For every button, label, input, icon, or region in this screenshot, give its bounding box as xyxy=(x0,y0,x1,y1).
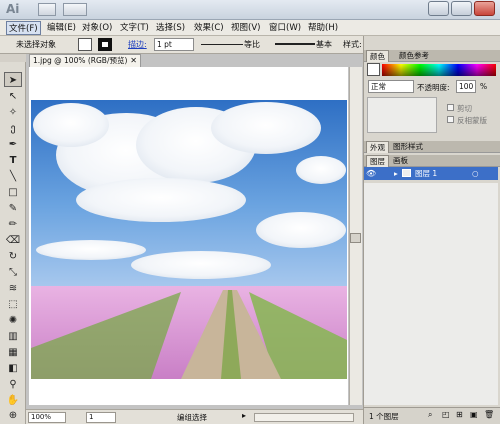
title-bar: Ai xyxy=(0,0,500,20)
free-transform-tool-icon[interactable]: ⬚ xyxy=(4,297,22,312)
scrollbar-thumb[interactable] xyxy=(350,233,361,243)
gradient-tool-icon[interactable]: ◧ xyxy=(4,361,22,376)
locate-object-icon[interactable]: ⌕ xyxy=(428,410,432,420)
line-tool-icon[interactable]: ╲ xyxy=(4,169,22,184)
bridge-button[interactable] xyxy=(38,3,56,16)
menu-view[interactable]: 视图(V) xyxy=(229,21,262,35)
selection-tool-icon[interactable]: ➤ xyxy=(4,72,22,87)
opacity-field[interactable]: 100 xyxy=(456,80,476,93)
menu-help[interactable]: 帮助(H) xyxy=(306,21,340,35)
fill-swatch[interactable] xyxy=(78,38,92,51)
status-arrow-icon[interactable]: ▸ xyxy=(242,411,246,420)
stroke-weight-dropdown[interactable]: 1 pt xyxy=(154,38,194,51)
tools-panel: ➤ ↖ ✧ ე ✒ T ╲ □ ✎ ✏ ⌫ ↻ ⤡ ≋ ⬚ ✺ ▥ ▦ ◧ ⚲ … xyxy=(0,62,26,424)
expand-arrow-icon[interactable]: ▸ xyxy=(394,167,398,180)
menu-object[interactable]: 对象(O) xyxy=(80,21,114,35)
status-text: 编组选择 xyxy=(177,413,207,422)
mask-thumbnail xyxy=(367,97,437,133)
blend-mode-dropdown[interactable]: 正常 xyxy=(368,80,414,93)
layers-panel-tabs: 图层 画板 xyxy=(364,155,500,167)
brush-line xyxy=(275,43,315,45)
pen-tool-icon[interactable]: ✒ xyxy=(4,137,22,152)
layers-list xyxy=(364,183,498,405)
layer-name[interactable]: 图层 1 xyxy=(415,167,437,180)
layers-count: 1 个图层 xyxy=(369,412,399,421)
minimize-button[interactable] xyxy=(428,1,449,16)
target-icon[interactable]: ○ xyxy=(472,167,479,180)
brush-dropdown[interactable]: 基本 xyxy=(316,39,332,50)
tab-layers[interactable]: 图层 xyxy=(366,155,389,167)
page-number-field[interactable]: 1 xyxy=(86,412,116,423)
profile-dropdown[interactable]: 等比 xyxy=(244,39,260,50)
arrange-documents-button[interactable] xyxy=(63,3,87,16)
stroke-link[interactable]: 描边: xyxy=(128,39,147,50)
menu-select[interactable]: 选择(S) xyxy=(154,21,187,35)
close-button[interactable] xyxy=(474,1,495,16)
appearance-panel-tabs: 外观 图形样式 xyxy=(364,141,500,153)
tab-color[interactable]: 颜色 xyxy=(366,50,389,62)
style-label: 样式: xyxy=(343,40,362,49)
zoom-tool-icon[interactable]: ⊕ xyxy=(4,408,22,423)
invert-mask-label: 反相蒙版 xyxy=(457,116,487,125)
symbol-sprayer-tool-icon[interactable]: ✺ xyxy=(4,313,22,328)
layers-footer: 1 个图层 ⌕ ◰ ⊞ ▣ 🗑 xyxy=(364,407,500,424)
magic-wand-tool-icon[interactable]: ✧ xyxy=(4,105,22,120)
layer-thumbnail xyxy=(402,169,411,177)
app-logo: Ai xyxy=(6,2,20,16)
hand-tool-icon[interactable]: ✋ xyxy=(4,393,22,408)
tab-artboards[interactable]: 画板 xyxy=(390,155,411,167)
clip-label: 剪切 xyxy=(457,104,472,113)
menu-bar: 文件(F) 编辑(E) 对象(O) 文字(T) 选择(S) 效果(C) 视图(V… xyxy=(0,20,500,36)
document-tab-title: 1.jpg @ 100% (RGB/预览) xyxy=(33,56,128,65)
opacity-unit: % xyxy=(480,82,488,91)
tab-graphic-styles[interactable]: 图形样式 xyxy=(390,141,426,153)
menu-file[interactable]: 文件(F) xyxy=(6,21,41,35)
status-bar: 100% 1 编组选择 ▸ xyxy=(26,409,363,424)
scale-tool-icon[interactable]: ⤡ xyxy=(4,265,22,280)
menu-window[interactable]: 窗口(W) xyxy=(267,21,303,35)
trash-icon[interactable]: 🗑 xyxy=(484,410,494,419)
menu-effect[interactable]: 效果(C) xyxy=(192,21,226,35)
rectangle-tool-icon[interactable]: □ xyxy=(4,185,22,200)
close-icon[interactable]: ✕ xyxy=(130,55,137,67)
opacity-label: 不透明度: xyxy=(417,83,450,92)
color-spectrum-shade xyxy=(382,64,496,76)
type-tool-icon[interactable]: T xyxy=(4,153,22,168)
profile-line xyxy=(201,44,243,45)
rotate-tool-icon[interactable]: ↻ xyxy=(4,249,22,264)
new-layer-icon[interactable]: ▣ xyxy=(470,410,478,419)
paintbrush-tool-icon[interactable]: ✎ xyxy=(4,201,22,216)
menu-type[interactable]: 文字(T) xyxy=(118,21,151,35)
maximize-button[interactable] xyxy=(451,1,472,16)
warp-tool-icon[interactable]: ≋ xyxy=(4,281,22,296)
invert-mask-checkbox[interactable] xyxy=(447,116,454,123)
clipping-mask-icon[interactable]: ◰ xyxy=(442,410,450,419)
horizontal-scrollbar[interactable] xyxy=(254,413,354,422)
zoom-dropdown[interactable]: 100% xyxy=(28,412,66,423)
eraser-tool-icon[interactable]: ⌫ xyxy=(4,233,22,248)
artwork-image[interactable] xyxy=(31,100,347,379)
fill-stroke-indicator[interactable] xyxy=(367,63,380,76)
selection-status: 未选择对象 xyxy=(16,40,56,49)
menu-edit[interactable]: 编辑(E) xyxy=(45,21,78,35)
graph-tool-icon[interactable]: ▥ xyxy=(4,329,22,344)
pencil-tool-icon[interactable]: ✏ xyxy=(4,217,22,232)
new-sublayer-icon[interactable]: ⊞ xyxy=(456,410,463,419)
clip-checkbox[interactable] xyxy=(447,104,454,111)
stroke-swatch[interactable] xyxy=(98,38,112,51)
document-tab[interactable]: 1.jpg @ 100% (RGB/预览) ✕ xyxy=(29,54,141,67)
layer-row[interactable]: 👁 ▸ 图层 1 ○ xyxy=(364,167,498,180)
control-bar: 未选择对象 描边: 1 pt 等比 基本 样式: xyxy=(0,36,363,54)
color-panel-tabs: 颜色 颜色参考 xyxy=(364,50,500,62)
eye-icon[interactable]: 👁 xyxy=(366,167,376,180)
tab-appearance[interactable]: 外观 xyxy=(366,141,389,153)
tab-color-guide[interactable]: 颜色参考 xyxy=(396,50,432,62)
direct-selection-tool-icon[interactable]: ↖ xyxy=(4,89,22,104)
eyedropper-tool-icon[interactable]: ⚲ xyxy=(4,377,22,392)
mesh-tool-icon[interactable]: ▦ xyxy=(4,345,22,360)
lasso-tool-icon[interactable]: ე xyxy=(4,121,22,136)
